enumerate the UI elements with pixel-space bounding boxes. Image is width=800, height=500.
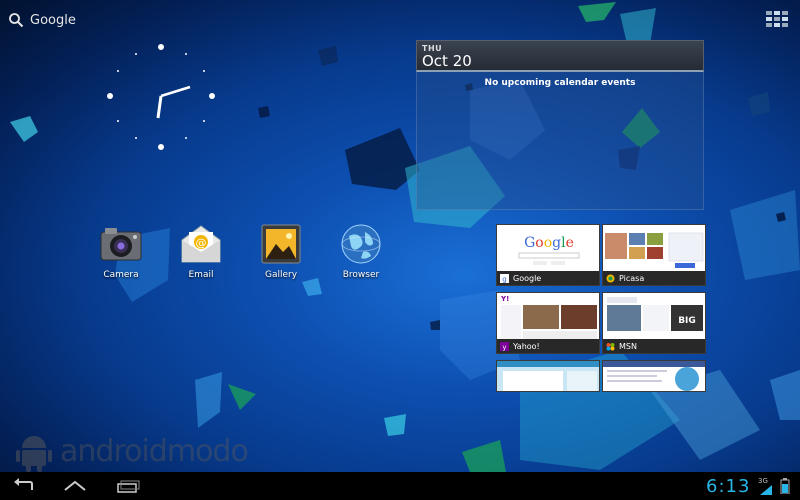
msn-butterfly-icon [606,342,615,350]
svg-text:g: g [502,275,506,283]
bookmarks-widget: Google g Google Picasa Y! y Yahoo! BIG M… [496,224,706,396]
gallery-shortcut[interactable]: Gallery [249,222,313,280]
back-button[interactable] [10,476,40,496]
email-label: Email [188,270,214,280]
google-search-bar[interactable]: Google [8,8,76,32]
svg-text:@: @ [196,237,207,250]
facebook-page-thumbnail [603,361,705,391]
system-bar: 6:13 3G [0,472,800,500]
browser-shortcut[interactable]: Browser [329,222,393,280]
msn-page-thumbnail: BIG [603,293,705,341]
twitter-page-thumbnail [497,361,599,391]
calendar-header: THU Oct 20 [416,40,704,72]
bookmark-facebook[interactable] [602,360,706,392]
email-shortcut[interactable]: @ Email [169,222,233,280]
picasa-page-thumbnail [603,225,705,273]
browser-label: Browser [342,270,380,280]
bookmark-yahoo[interactable]: Y! y Yahoo! [496,292,600,354]
bookmark-title: Yahoo! [513,341,540,351]
androidmodo-watermark: androidmodo [12,428,249,472]
gallery-label: Gallery [264,270,298,280]
bookmark-title: MSN [619,341,637,351]
svg-text:Google: Google [524,235,574,251]
bookmark-twitter[interactable] [496,360,600,392]
calendar-widget[interactable]: THU Oct 20 No upcoming calendar events [416,40,704,210]
yahoo-page-thumbnail: Y! [497,293,599,341]
svg-text:y: y [502,343,506,351]
battery-icon [780,478,790,494]
google-favicon-icon: g [500,273,509,283]
bookmark-bar: g Google [497,271,599,285]
status-time[interactable]: 6:13 [706,476,750,497]
android-robot-logo [16,436,52,472]
home-screen: Google THU Oct 20 No upcoming calendar e… [0,0,800,472]
svg-text:BIG: BIG [678,316,696,326]
email-icon: @ [181,225,221,263]
no-events-message: No upcoming calendar events [484,78,636,88]
yahoo-favicon-icon: y [500,341,509,351]
browser-globe-icon [341,224,381,264]
bookmark-bar: MSN [603,339,705,353]
bookmark-google[interactable]: Google g Google [496,224,600,286]
signal-strength-icon [760,485,772,495]
camera-icon [100,228,142,261]
search-icon [9,13,24,28]
all-apps-icon[interactable] [766,11,788,27]
home-button[interactable] [60,476,90,496]
camera-label: Camera [103,270,139,280]
search-label: Google [30,12,76,28]
bookmark-title: Google [513,273,542,283]
gallery-icon [261,224,301,264]
picasa-favicon-icon [606,274,615,282]
bookmark-title: Picasa [619,273,645,283]
bookmark-bar: y Yahoo! [497,339,599,353]
bookmark-msn[interactable]: BIG MSN [602,292,706,354]
google-page-thumbnail: Google [497,225,599,273]
bookmark-bar: Picasa [603,271,705,285]
bookmark-picasa[interactable]: Picasa [602,224,706,286]
svg-text:Y!: Y! [500,295,509,303]
calendar-body: No upcoming calendar events [416,72,704,210]
recent-apps-button[interactable] [112,476,142,496]
camera-shortcut[interactable]: Camera [89,222,153,280]
network-type: 3G [758,477,768,485]
watermark-text: androidmodo [60,434,249,469]
analog-clock-widget[interactable] [106,40,216,150]
calendar-date: Oct 20 [422,52,472,70]
